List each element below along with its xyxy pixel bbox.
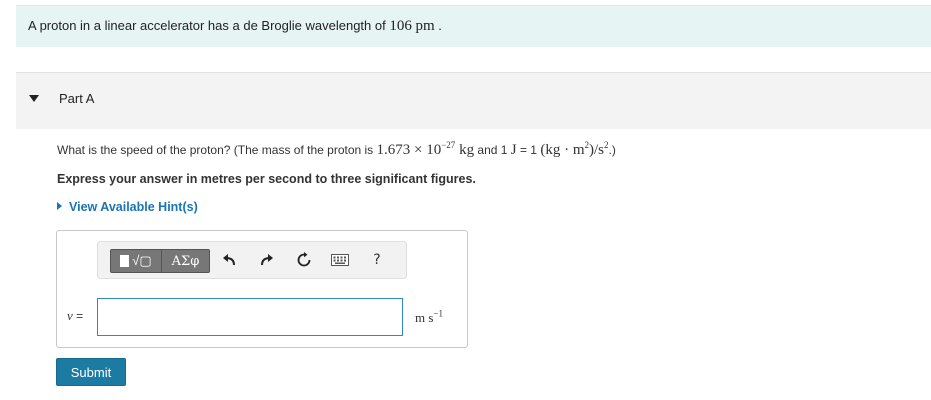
answer-input[interactable] [97,298,403,336]
greek-symbols-button[interactable]: ΑΣφ [162,249,210,273]
times-sign: × [414,142,423,158]
mass-coef: 1.673 [376,142,411,158]
wavelength-unit: pm [415,18,435,34]
answer-units: m s−1 [415,308,443,326]
view-hints-link[interactable]: View Available Hint(s) [57,200,198,214]
redo-button[interactable] [258,251,276,269]
problem-text-after: . [438,18,442,33]
template-button-group: √▢ ΑΣφ [110,249,210,273]
mass-unit: kg [459,142,475,158]
question-text-1: What is the speed of the proton? (The ma… [57,143,374,157]
answer-variable-label: v = [67,308,83,324]
undo-arrow-icon [223,254,235,266]
undo-button[interactable] [220,251,238,269]
answer-instruction: Express your answer in metres per second… [57,172,476,186]
part-a-header[interactable]: Part A [16,72,931,129]
answer-equals: = [76,309,84,323]
redo-arrow-icon [261,254,273,266]
part-title: Part A [59,91,95,106]
joule-definition: (kg · m2)/s2 [540,141,608,159]
answer-box: √▢ ΑΣφ ? v = m s−1 [56,230,468,348]
def-close: )/s [589,142,604,158]
question-text: What is the speed of the proton? (The ma… [57,140,616,159]
mass-exp: −27 [441,140,456,150]
math-toolbar: √▢ ΑΣφ ? [97,241,407,279]
answer-variable: v [67,308,73,323]
unit-exp: −1 [433,308,443,319]
mass-expression: 1.673 × 10−27 kg [376,140,475,159]
keyboard-button[interactable] [331,251,349,269]
question-text-2: and 1 [477,143,508,157]
wavelength-value: 106 [389,18,412,34]
unit-base: m s [415,310,434,325]
problem-statement: A proton in a linear accelerator has a d… [16,5,931,47]
collapse-arrow-icon[interactable] [29,95,39,102]
help-button[interactable]: ? [368,251,386,269]
keyboard-icon [331,254,349,266]
hint-link-label: View Available Hint(s) [69,200,198,214]
question-eq: = 1 [519,143,537,157]
def-open: (kg · m [540,142,585,158]
templates-button[interactable]: √▢ [110,249,162,273]
mass-base: 10 [426,142,442,158]
reset-button[interactable] [295,251,313,269]
reset-icon [297,252,311,267]
expand-arrow-icon [57,202,62,210]
problem-text: A proton in a linear accelerator has a d… [28,18,442,35]
question-text-3: .) [608,143,616,157]
problem-text-before: A proton in a linear accelerator has a d… [28,18,386,33]
template-block-icon [120,255,130,267]
submit-button[interactable]: Submit [56,358,126,386]
template-radical-label: √▢ [132,253,152,268]
joule-unit: J [510,142,517,158]
